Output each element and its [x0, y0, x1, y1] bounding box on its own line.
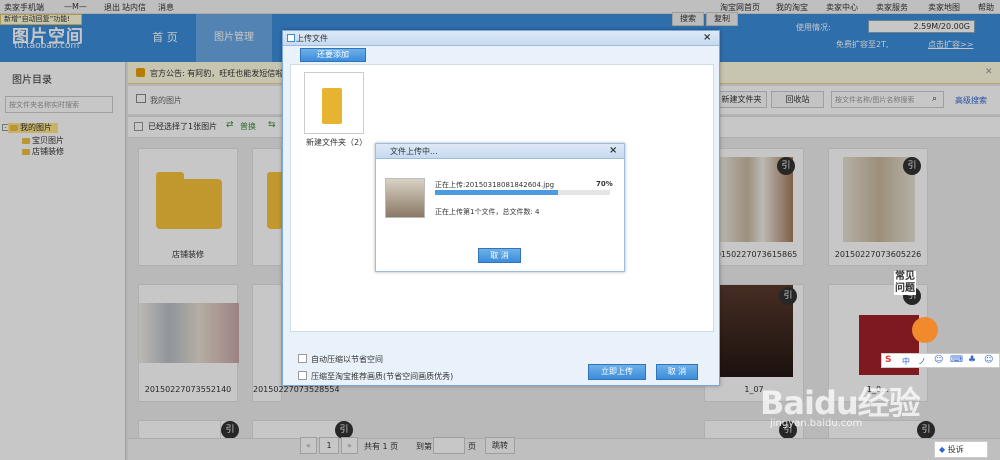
faq-label: 常见问题 — [894, 271, 916, 295]
ime-toolbar[interactable]: S 中 ノ ☺ ⌨ ♣ ☺ — [881, 353, 1000, 368]
upload-folder-name: 新建文件夹（2） — [306, 138, 368, 147]
progress-cancel-button[interactable]: 取 消 — [478, 248, 521, 263]
ime-user[interactable]: ☺ — [984, 355, 993, 365]
ime-skin[interactable]: ♣ — [968, 355, 976, 365]
uploading-thumbnail — [385, 178, 425, 218]
upload-icon — [287, 34, 295, 42]
ime-s-icon[interactable]: S — [885, 355, 891, 365]
upload-count-text: 正在上传第1个文件，总文件数: 4 — [435, 208, 540, 216]
progress-bar-fill — [435, 190, 558, 195]
ime-punct[interactable]: ノ — [918, 356, 926, 367]
ime-keyboard[interactable]: ⌨ — [950, 355, 963, 365]
shield-icon: ◆ — [939, 445, 948, 454]
report-button[interactable]: ◆ 投诉 — [934, 441, 988, 458]
ime-emoji[interactable]: ☺ — [934, 355, 943, 365]
close-icon[interactable]: × — [609, 145, 617, 156]
upload-percent: 70% — [596, 180, 613, 188]
faq-helper[interactable]: 常见问题 — [890, 265, 940, 355]
add-more-button[interactable]: 还要添加 — [300, 48, 366, 62]
close-icon[interactable]: × — [703, 32, 711, 43]
watermark-url: jingyan.baidu.com — [770, 418, 863, 429]
uploading-file-text: 正在上传:20150318081842604.jpg — [435, 181, 555, 189]
report-label: 投诉 — [947, 445, 964, 454]
mascot-icon — [912, 317, 938, 343]
ime-lang[interactable]: 中 — [902, 356, 910, 367]
recommended-quality-label: 压缩至淘宝推荐画质(节省空间画质优秀) — [311, 372, 454, 381]
recommended-quality-checkbox[interactable] — [298, 371, 307, 380]
auto-compress-checkbox[interactable] — [298, 354, 307, 363]
progress-dialog-title: 文件上传中... — [390, 147, 438, 156]
upload-dialog-title: 上传文件 — [296, 34, 328, 43]
auto-compress-label: 自动压缩以节省空间 — [311, 355, 383, 364]
upload-cancel-button[interactable]: 取 消 — [656, 364, 698, 380]
upload-dialog-titlebar[interactable] — [283, 31, 719, 46]
upload-now-button[interactable]: 立即上传 — [588, 364, 646, 380]
folder-icon — [322, 88, 342, 124]
